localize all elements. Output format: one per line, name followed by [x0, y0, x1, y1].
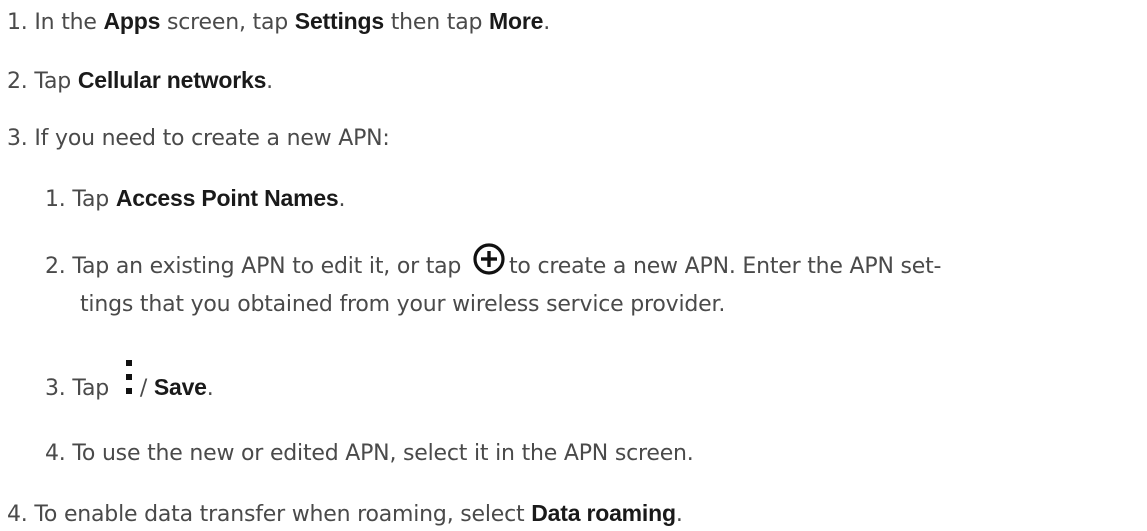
step-number: 4. — [7, 502, 28, 527]
step-text: . — [338, 187, 346, 212]
step-text: to create a new APN. Enter the APN set- — [509, 254, 942, 279]
step-text: then tap — [383, 10, 490, 35]
step-text: Tap an existing APN to edit it, or tap — [72, 254, 468, 279]
add-circle-icon — [472, 242, 506, 276]
substep-number: 3. — [45, 376, 66, 401]
substep-3-2: 2. Tap an existing APN to edit it, or ta… — [45, 243, 942, 282]
substep-number: 2. — [45, 254, 66, 279]
step-text: . — [206, 376, 214, 401]
substep-3-3: 3. Tap / Save. — [45, 360, 214, 404]
step-text: tings that you obtained from your wirele… — [80, 292, 726, 317]
step-3: 3. If you need to create a new APN: — [7, 124, 390, 154]
step-4: 4. To enable data transfer when roaming,… — [7, 498, 683, 530]
substep-number: 4. — [45, 441, 66, 466]
settings-ui-term: Settings — [294, 8, 384, 34]
substep-3-4: 4. To use the new or edited APN, select … — [45, 439, 694, 469]
access-point-names-ui-term: Access Point Names — [115, 185, 339, 211]
more-vert-icon — [122, 358, 136, 398]
substep-3-2-continuation: tings that you obtained from your wirele… — [80, 290, 725, 320]
step-number: 1. — [7, 10, 28, 35]
more-ui-term: More — [489, 8, 544, 34]
step-text: screen, tap — [160, 10, 295, 35]
apps-ui-term: Apps — [103, 8, 161, 34]
step-number: 2. — [7, 69, 28, 94]
substep-number: 1. — [45, 187, 66, 212]
step-text: . — [675, 502, 683, 527]
cellular-networks-ui-term: Cellular networks — [77, 67, 267, 93]
step-number: 3. — [7, 126, 28, 151]
step-text: Tap — [72, 187, 116, 212]
step-text: To enable data transfer when roaming, se… — [34, 502, 532, 527]
step-text: If you need to create a new APN: — [34, 126, 390, 151]
step-text: . — [543, 10, 550, 35]
step-text: Tap — [72, 376, 116, 401]
step-text: To use the new or edited APN, select it … — [72, 441, 694, 466]
step-2: 2. Tap Cellular networks. — [7, 65, 273, 97]
substep-3-1: 1. Tap Access Point Names. — [45, 183, 345, 215]
save-ui-term: Save — [153, 374, 207, 400]
step-text: Tap — [34, 69, 78, 94]
step-text: / — [139, 376, 154, 401]
step-text: . — [266, 69, 273, 94]
step-1: 1. In the Apps screen, tap Settings then… — [7, 6, 550, 38]
step-text: In the — [34, 10, 104, 35]
data-roaming-ui-term: Data roaming — [531, 500, 676, 526]
